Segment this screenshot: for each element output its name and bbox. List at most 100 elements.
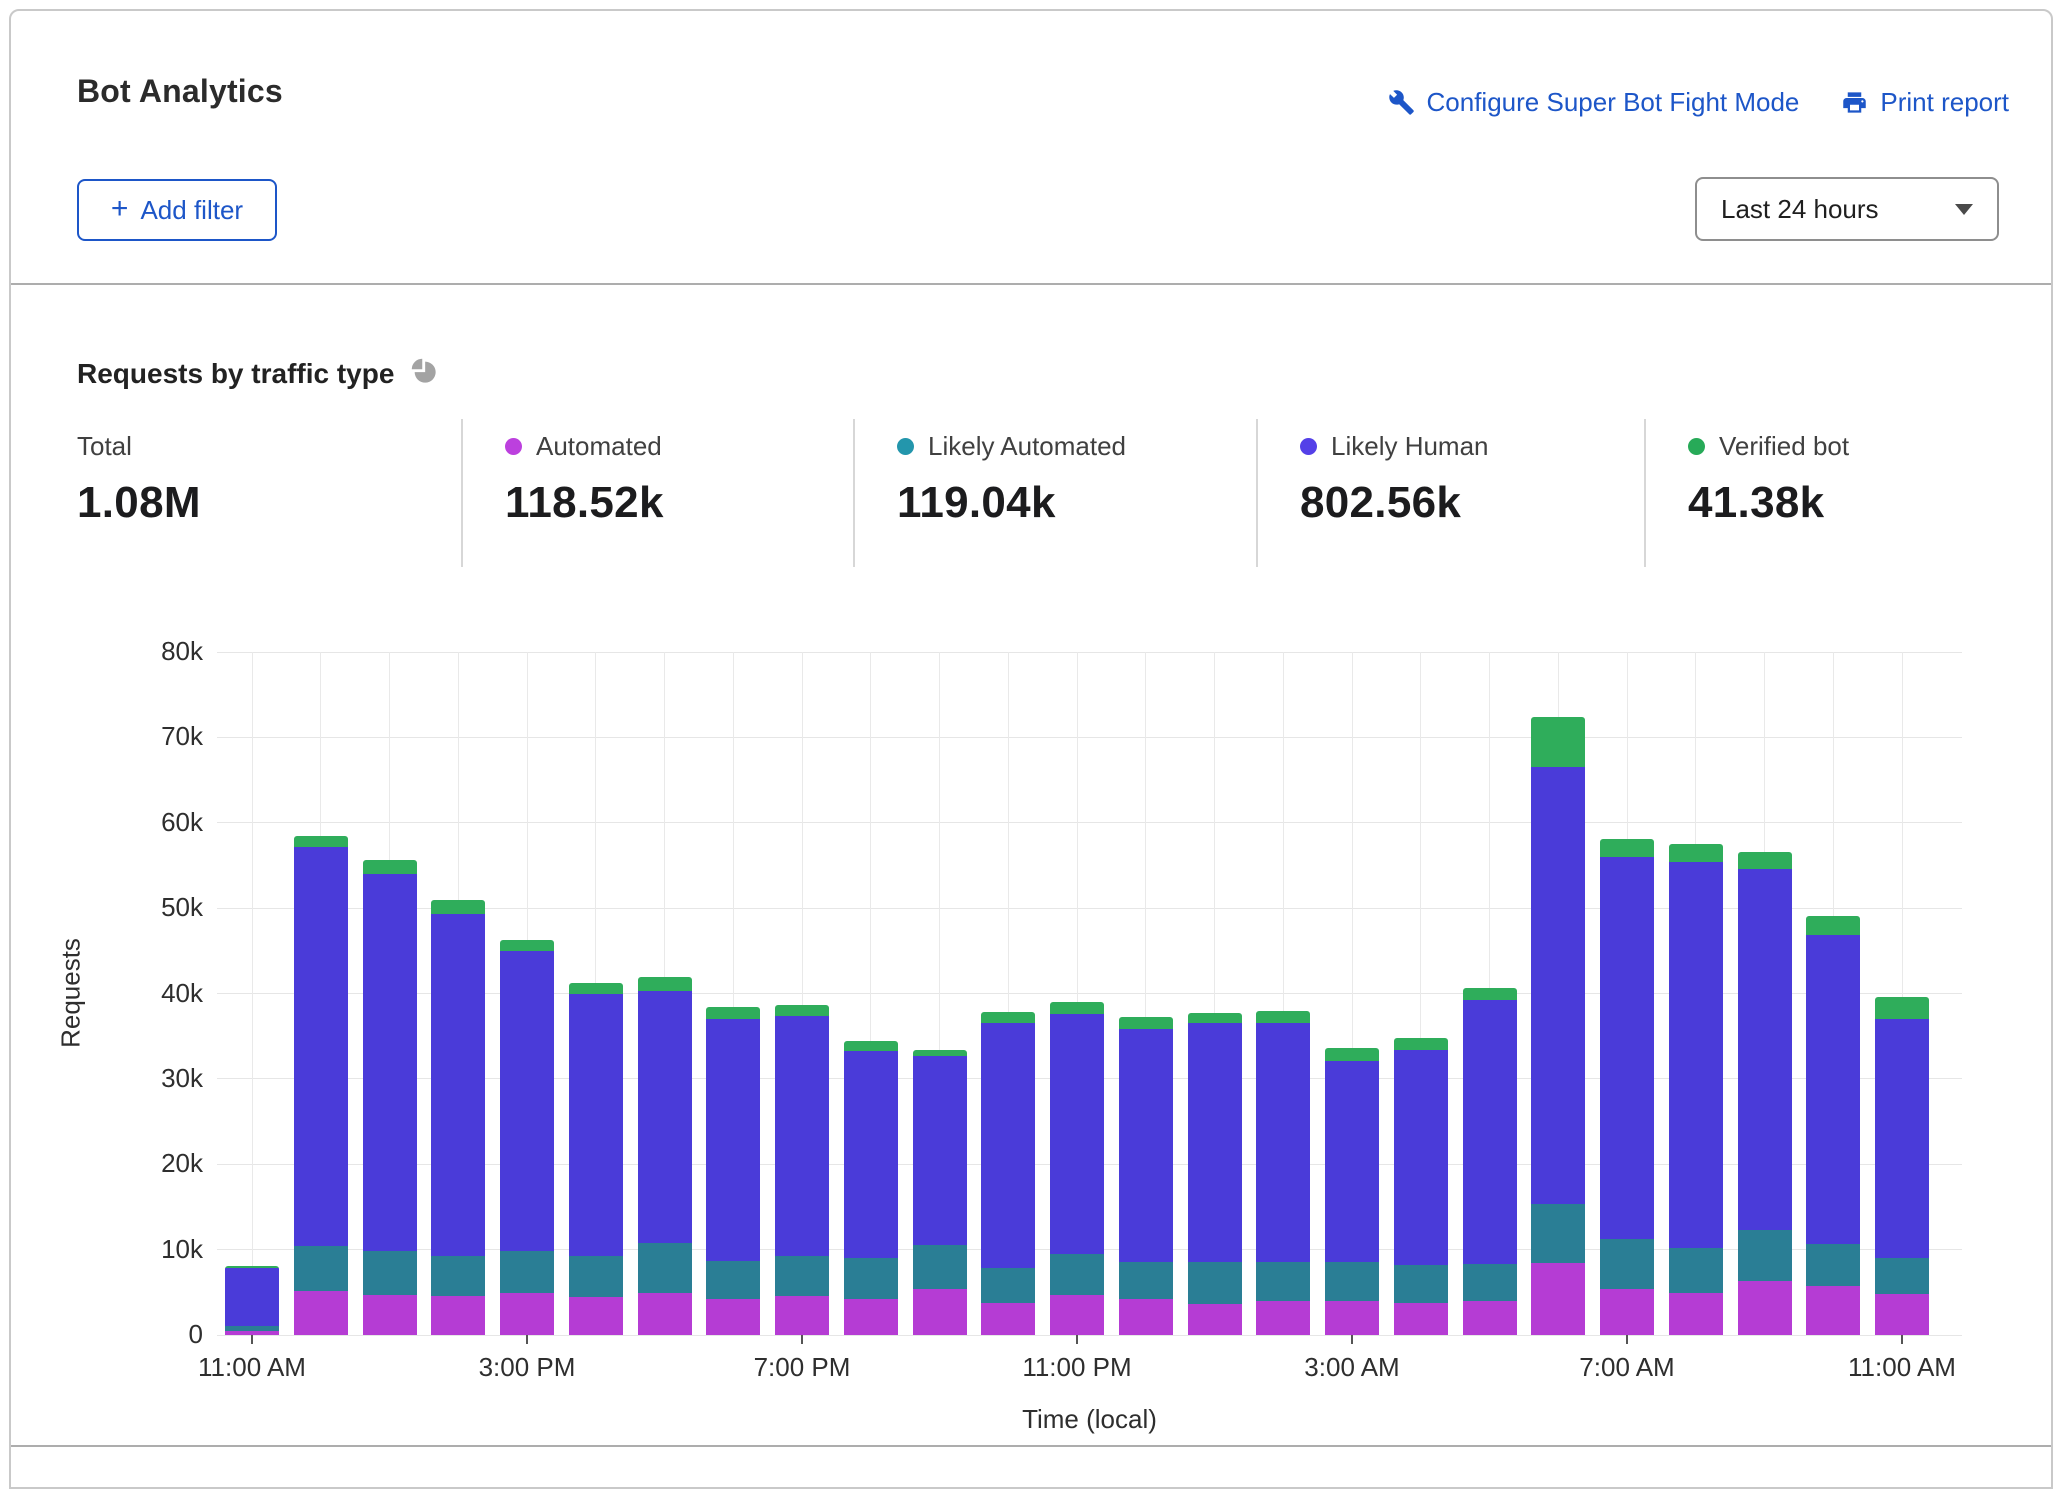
- bar-12-00-am[interactable]: [1119, 1017, 1173, 1335]
- bar-segment-automated: [1463, 1301, 1517, 1335]
- bar-segment-likely-human: [1050, 1014, 1104, 1254]
- bar-segment-verified-bot: [1394, 1038, 1448, 1050]
- bar-2-00-am[interactable]: [1256, 1011, 1310, 1335]
- bar-11-00-pm[interactable]: [1050, 1002, 1104, 1335]
- bar-3-00-am[interactable]: [1325, 1048, 1379, 1335]
- bar-8-00-am[interactable]: [1669, 844, 1723, 1335]
- bar-segment-likely-automated: [225, 1326, 279, 1330]
- bar-5-00-am[interactable]: [1463, 988, 1517, 1335]
- y-tick-label: 60k: [123, 807, 203, 838]
- bar-segment-automated: [294, 1291, 348, 1335]
- bar-segment-automated: [913, 1289, 967, 1335]
- bar-segment-likely-automated: [1188, 1262, 1242, 1304]
- bar-9-00-pm[interactable]: [913, 1050, 967, 1335]
- time-range-dropdown[interactable]: Last 24 hours: [1695, 177, 1999, 241]
- bar-segment-likely-automated: [1669, 1248, 1723, 1293]
- bar-4-00-am[interactable]: [1394, 1038, 1448, 1335]
- bar-10-00-pm[interactable]: [981, 1012, 1035, 1335]
- stat-label-text: Likely Human: [1331, 431, 1489, 462]
- bar-segment-verified-bot: [1669, 844, 1723, 862]
- x-tick-label: 11:00 AM: [152, 1352, 352, 1383]
- bar-segment-automated: [1050, 1295, 1104, 1335]
- bar-5-00-pm[interactable]: [638, 977, 692, 1335]
- bar-3-00-pm[interactable]: [500, 940, 554, 1335]
- bar-segment-automated: [1806, 1286, 1860, 1335]
- bar-segment-verified-bot: [363, 860, 417, 874]
- bar-1-00-pm[interactable]: [363, 860, 417, 1335]
- bar-1-00-am[interactable]: [1188, 1013, 1242, 1335]
- stat-label: Verified bot: [1688, 431, 1849, 462]
- bar-segment-likely-automated: [500, 1251, 554, 1293]
- bar-segment-automated: [431, 1296, 485, 1335]
- bar-segment-likely-human: [981, 1023, 1035, 1267]
- y-tick-label: 40k: [123, 978, 203, 1009]
- page-title: Bot Analytics: [77, 73, 283, 110]
- section-title: Requests by traffic type: [77, 358, 394, 390]
- bar-segment-likely-human: [1738, 869, 1792, 1230]
- stat-item-automated: Automated118.52k: [461, 419, 853, 567]
- bar-6-00-pm[interactable]: [706, 1007, 760, 1335]
- bar-segment-verified-bot: [1600, 839, 1654, 857]
- bar-6-00-am[interactable]: [1531, 717, 1585, 1335]
- bar-7-00-am[interactable]: [1600, 839, 1654, 1335]
- bar-segment-likely-human: [1463, 1000, 1517, 1264]
- bar-segment-likely-automated: [1600, 1239, 1654, 1289]
- bar-segment-likely-automated: [1738, 1230, 1792, 1281]
- pie-chart-icon[interactable]: [410, 357, 438, 390]
- bar-11-00-am[interactable]: [1875, 997, 1929, 1335]
- bar-segment-likely-human: [638, 991, 692, 1243]
- legend-dot-icon: [1688, 438, 1705, 455]
- x-gridline: [252, 652, 253, 1335]
- bar-segment-automated: [363, 1295, 417, 1335]
- bar-segment-verified-bot: [913, 1050, 967, 1056]
- bar-segment-likely-automated: [913, 1245, 967, 1289]
- bar-segment-automated: [981, 1303, 1035, 1335]
- bar-segment-verified-bot: [431, 900, 485, 915]
- stat-label-text: Verified bot: [1719, 431, 1849, 462]
- bar-segment-automated: [1531, 1263, 1585, 1335]
- bar-segment-verified-bot: [706, 1007, 760, 1019]
- bar-segment-likely-human: [1394, 1050, 1448, 1265]
- y-gridline: [217, 652, 1962, 653]
- x-tick-label: 3:00 PM: [427, 1352, 627, 1383]
- y-tick-label: 50k: [123, 892, 203, 923]
- x-tick-label: 11:00 AM: [1802, 1352, 2002, 1383]
- bar-segment-verified-bot: [1325, 1048, 1379, 1061]
- chevron-down-icon: [1955, 204, 1973, 215]
- bar-segment-verified-bot: [1738, 852, 1792, 869]
- bar-segment-automated: [1119, 1299, 1173, 1335]
- bar-segment-automated: [775, 1296, 829, 1335]
- bar-8-00-pm[interactable]: [844, 1041, 898, 1335]
- bar-segment-verified-bot: [1875, 997, 1929, 1019]
- y-tick-label: 80k: [123, 636, 203, 667]
- x-tick: [1351, 1335, 1353, 1344]
- bar-segment-likely-automated: [981, 1268, 1035, 1303]
- bar-segment-verified-bot: [775, 1005, 829, 1016]
- add-filter-button[interactable]: + Add filter: [77, 179, 277, 241]
- configure-super-bot-fight-mode-link[interactable]: Configure Super Bot Fight Mode: [1388, 87, 1800, 118]
- bar-segment-verified-bot: [225, 1266, 279, 1269]
- bar-4-00-pm[interactable]: [569, 983, 623, 1335]
- bar-segment-likely-automated: [1394, 1265, 1448, 1303]
- bar-2-00-pm[interactable]: [431, 900, 485, 1335]
- print-report-link[interactable]: Print report: [1841, 87, 2009, 118]
- bar-11-00-am[interactable]: [225, 1266, 279, 1335]
- bar-9-00-am[interactable]: [1738, 852, 1792, 1335]
- bar-segment-automated: [1875, 1294, 1929, 1335]
- x-tick: [1626, 1335, 1628, 1344]
- bar-7-00-pm[interactable]: [775, 1005, 829, 1335]
- y-tick-label: 20k: [123, 1148, 203, 1179]
- bar-segment-automated: [1738, 1281, 1792, 1335]
- bar-segment-likely-human: [569, 994, 623, 1256]
- bar-12-00-pm[interactable]: [294, 836, 348, 1335]
- stat-value: 118.52k: [505, 478, 853, 528]
- time-range-value: Last 24 hours: [1721, 194, 1879, 225]
- bar-segment-automated: [1188, 1304, 1242, 1335]
- bar-10-00-am[interactable]: [1806, 916, 1860, 1335]
- bar-segment-likely-automated: [1806, 1244, 1860, 1287]
- bar-segment-likely-human: [1325, 1061, 1379, 1262]
- bar-segment-likely-automated: [1463, 1264, 1517, 1301]
- bar-segment-verified-bot: [1463, 988, 1517, 1000]
- plus-icon: +: [111, 192, 129, 226]
- x-tick-label: 3:00 AM: [1252, 1352, 1452, 1383]
